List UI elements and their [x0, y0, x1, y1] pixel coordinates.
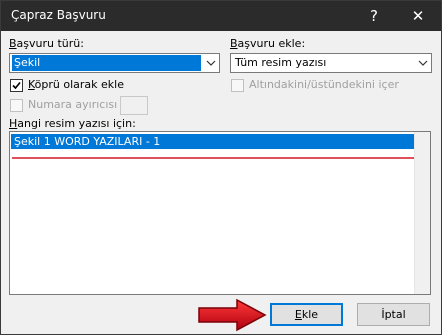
title-bar: Çapraz Başvuru ? ✕	[1, 1, 441, 31]
separator-label: Numara ayırıcısı	[28, 98, 118, 111]
cross-reference-dialog: Çapraz Başvuru ? ✕ Başvuru türü: Şekil B…	[0, 0, 442, 335]
insert-reference-select[interactable]: Tüm resim yazısı	[230, 53, 432, 73]
dialog-title: Çapraz Başvuru	[11, 8, 106, 22]
reference-type-select[interactable]: Şekil	[9, 53, 220, 73]
close-icon: ✕	[411, 7, 425, 25]
checkmark-icon	[12, 81, 21, 90]
hyperlink-checkbox[interactable]	[10, 79, 23, 92]
list-item[interactable]: Şekil 1 WORD YAZILARI - 1	[11, 134, 417, 149]
caption-listbox[interactable]: Şekil 1 WORD YAZILARI - 1	[9, 131, 431, 295]
insert-reference-label: Başvuru ekle:	[230, 37, 306, 50]
listbox-scrollbar[interactable]	[414, 132, 430, 294]
cancel-button[interactable]: İptal	[357, 303, 430, 326]
annotation-underline	[12, 157, 416, 159]
chevron-down-icon	[201, 54, 219, 72]
above-below-label: Altındakini/üstündekini içer	[249, 78, 399, 91]
reference-type-label: Başvuru türü:	[9, 37, 84, 50]
above-below-checkbox[interactable]	[231, 79, 244, 92]
hyperlink-label[interactable]: Köprü olarak ekle	[28, 78, 124, 91]
help-icon: ?	[370, 7, 378, 25]
help-button[interactable]: ?	[351, 1, 397, 31]
separator-checkbox[interactable]	[10, 99, 23, 112]
insert-reference-value: Tüm resim yazısı	[235, 56, 327, 69]
caption-list-label: Hangi resim yazısı için:	[9, 117, 136, 130]
chevron-down-icon	[413, 54, 431, 72]
separator-input[interactable]	[120, 96, 148, 115]
reference-type-value: Şekil	[12, 55, 202, 71]
insert-button[interactable]: Ekle	[270, 303, 343, 326]
close-button[interactable]: ✕	[395, 1, 441, 31]
red-arrow-icon	[198, 298, 267, 332]
